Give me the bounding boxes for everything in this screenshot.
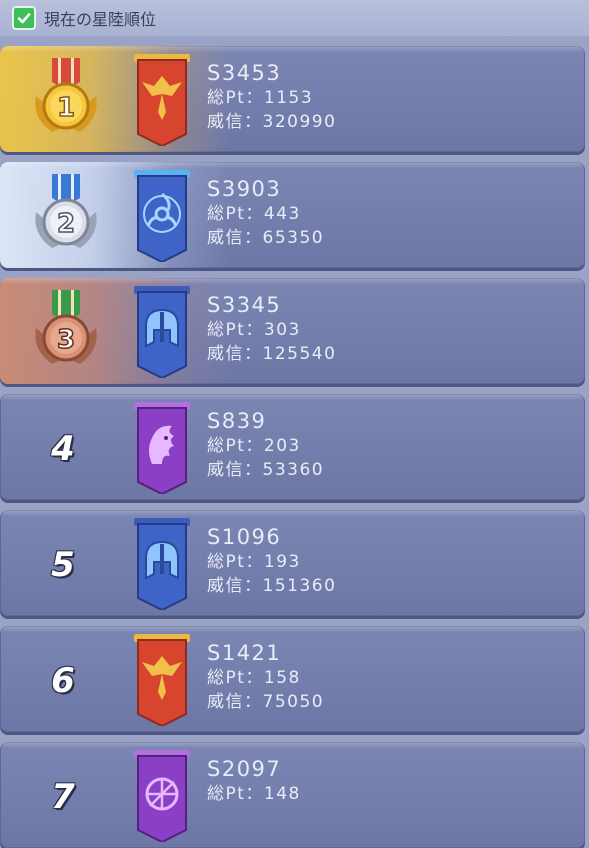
server-info: S3453 総Pt：1153 威信：320990	[207, 60, 336, 134]
server-name: S1096	[207, 525, 282, 549]
total-points: 総Pt：193	[207, 552, 301, 572]
server-info: S3345 総Pt：303 威信：125540	[207, 292, 336, 366]
rank-number: 6	[51, 661, 75, 701]
prestige: 威信：75050	[207, 692, 325, 712]
ranking-header: 現在の星陸順位	[0, 0, 589, 36]
ranking-title: 現在の星陸順位	[44, 10, 157, 29]
rank-number: 7	[51, 777, 75, 817]
server-info: S1421 総Pt：158 威信：75050	[207, 640, 324, 714]
server-info: S3903 総Pt：443 威信：65350	[207, 176, 324, 250]
medal-rank-number: 2	[57, 209, 75, 239]
server-name: S2097	[207, 757, 282, 781]
server-info: S2097 総Pt：148	[207, 756, 301, 806]
total-points: 総Pt：1153	[207, 88, 314, 108]
prestige: 威信：53360	[207, 460, 325, 480]
medal-rank-number: 1	[57, 93, 75, 123]
server-name: S3903	[207, 177, 282, 201]
prestige: 威信：65350	[207, 228, 325, 248]
total-points: 総Pt：158	[207, 668, 301, 688]
medal-rank-number: 3	[57, 325, 75, 355]
total-points: 総Pt：148	[207, 784, 301, 804]
ranking-row-5[interactable]: 5 S1096 総Pt：193 威信：151360	[0, 510, 585, 616]
triskelion-banner-icon	[134, 170, 190, 262]
helmet-banner-icon	[134, 286, 190, 378]
ranking-row-1[interactable]: 1 S3453 総Pt：1153 威信：320990	[0, 46, 585, 152]
compass-banner-icon	[134, 750, 190, 842]
ranking-row-2[interactable]: 2 S3903 総Pt：443 威信：65350	[0, 162, 585, 268]
checkbox-checked-icon[interactable]	[12, 6, 36, 30]
server-info: S839 総Pt：203 威信：53360	[207, 408, 324, 482]
total-points: 総Pt：203	[207, 436, 301, 456]
bronze-medal-icon: 3	[35, 290, 97, 364]
lion-banner-icon	[134, 402, 190, 494]
ranking-row-3[interactable]: 3 S3345 総Pt：303 威信：125540	[0, 278, 585, 384]
prestige: 威信：125540	[207, 344, 337, 364]
ranking-row-4[interactable]: 4 S839 総Pt：203 威信：53360	[0, 394, 585, 500]
phoenix-banner-icon	[134, 54, 190, 146]
server-info: S1096 総Pt：193 威信：151360	[207, 524, 336, 598]
server-name: S3345	[207, 293, 282, 317]
rank-number: 5	[51, 545, 75, 585]
server-name: S3453	[207, 61, 282, 85]
ranking-row-7[interactable]: 7 S2097 総Pt：148	[0, 742, 585, 848]
phoenix-banner-icon	[134, 634, 190, 726]
gold-medal-icon: 1	[35, 58, 97, 132]
ranking-row-6[interactable]: 6 S1421 総Pt：158 威信：75050	[0, 626, 585, 732]
prestige: 威信：151360	[207, 576, 337, 596]
prestige: 威信：320990	[207, 112, 337, 132]
rank-number: 4	[51, 429, 75, 469]
total-points: 総Pt：443	[207, 204, 301, 224]
helmet-banner-icon	[134, 518, 190, 610]
silver-medal-icon: 2	[35, 174, 97, 248]
total-points: 総Pt：303	[207, 320, 301, 340]
server-name: S1421	[207, 641, 282, 665]
server-name: S839	[207, 409, 267, 433]
